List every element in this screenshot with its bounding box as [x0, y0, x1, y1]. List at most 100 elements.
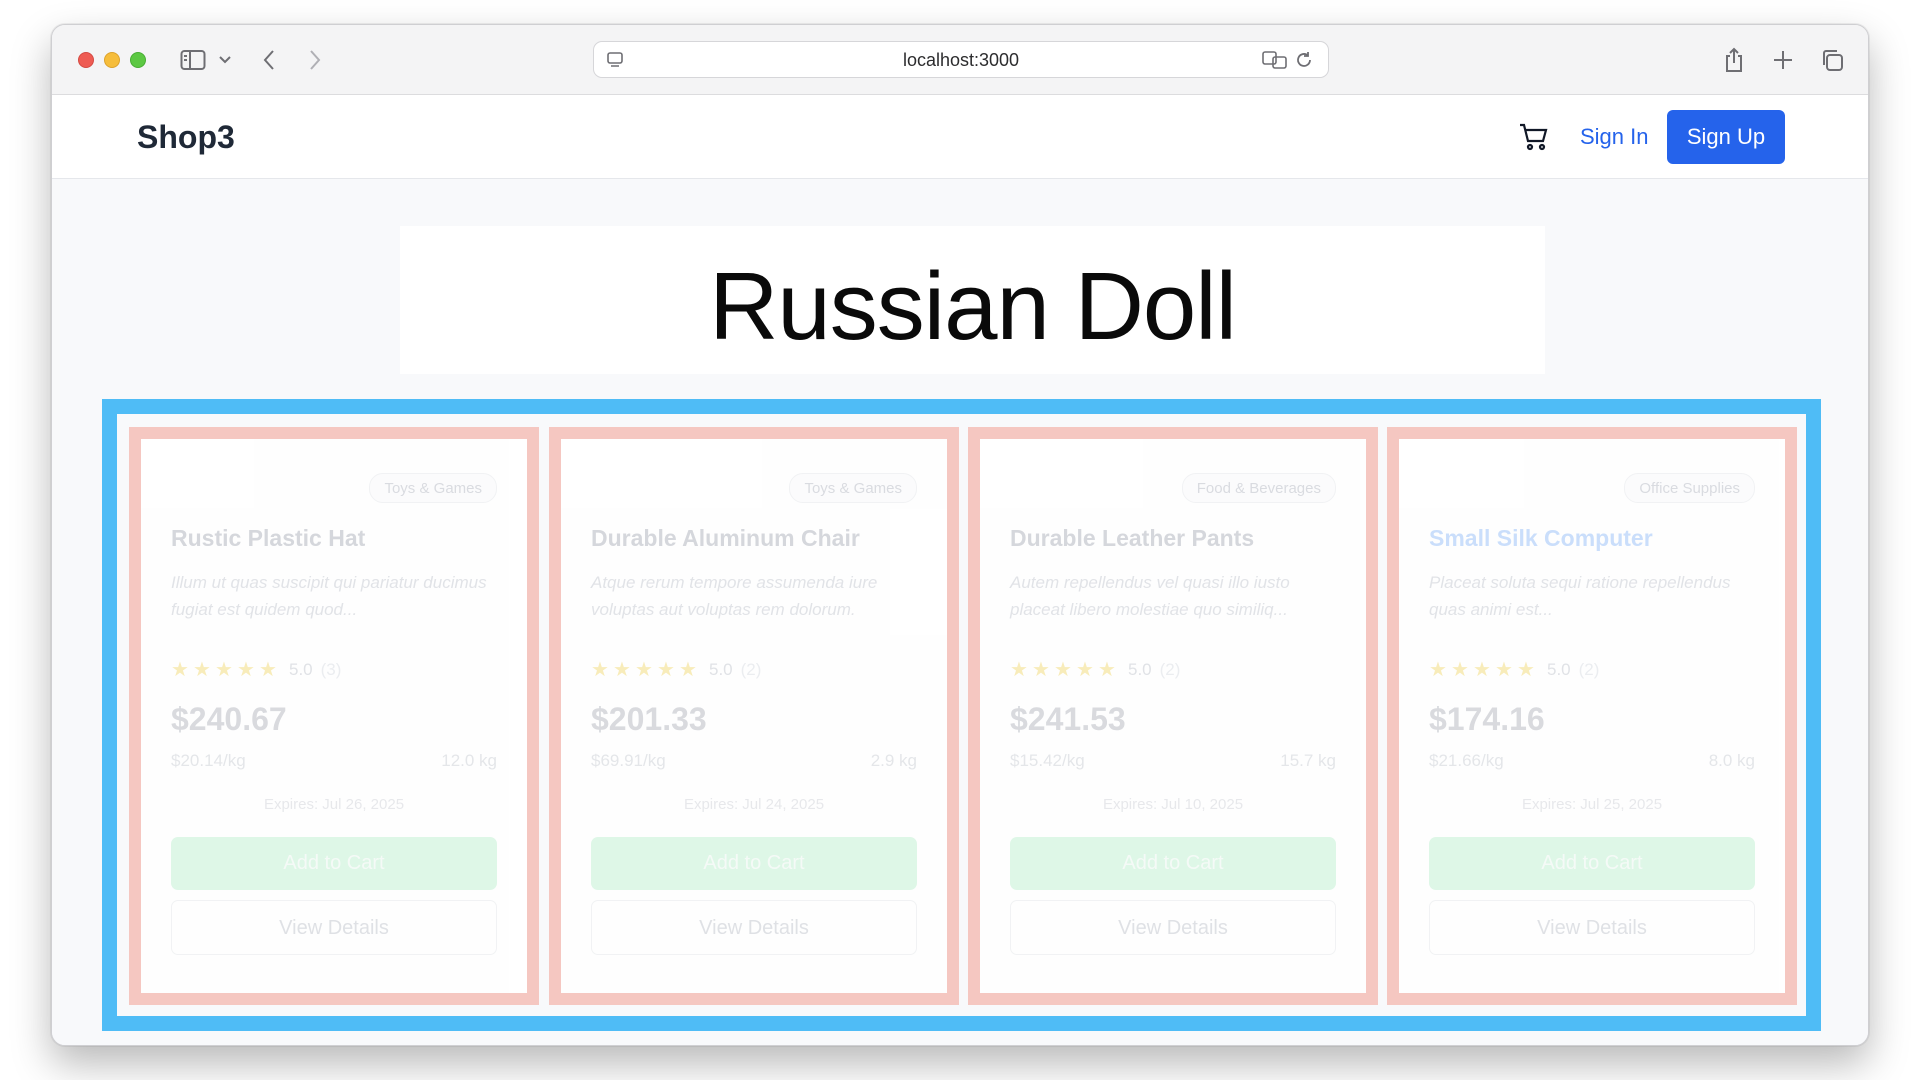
unit-price: $15.42/kg [1010, 751, 1085, 770]
product-card[interactable]: Office Supplies Small Silk Computer Plac… [1399, 439, 1785, 993]
browser-window: localhost:3000 Shop3 Sign In Sign Up Rus… [51, 24, 1869, 1046]
translate-icon[interactable] [1260, 45, 1290, 75]
expiry-date: Expires: Jul 25, 2025 [1521, 796, 1663, 813]
url-text: localhost:3000 [902, 50, 1020, 70]
product-price: $240.67 [171, 701, 287, 737]
star-icon: ★ [591, 659, 609, 681]
star-icon: ★ [1429, 659, 1447, 681]
product-card[interactable]: Toys & Games Rustic Plastic Hat Illum ut… [141, 439, 527, 993]
chevron-down-icon[interactable] [216, 45, 234, 75]
product-name[interactable]: Small Silk Computer [1429, 525, 1653, 552]
zoom-window-button[interactable] [130, 52, 146, 68]
rating-value: 5.0 [709, 660, 733, 679]
product-name[interactable]: Durable Aluminum Chair [591, 525, 860, 552]
product-rating: ★ ★ ★ ★ ★ 5.0 (3) [171, 658, 341, 682]
add-to-cart-button[interactable]: Add to Cart [1010, 837, 1336, 890]
product-card-highlight: Food & Beverages Durable Leather Pants A… [968, 427, 1378, 1005]
tab-overview-icon[interactable] [1817, 45, 1847, 75]
star-icon: ★ [1517, 659, 1535, 681]
sign-up-button[interactable]: Sign Up [1667, 110, 1785, 164]
star-icon: ★ [1054, 659, 1072, 681]
star-icon: ★ [259, 659, 277, 681]
product-weight: 12.0 kg [441, 751, 497, 770]
product-card[interactable]: Food & Beverages Durable Leather Pants A… [980, 439, 1366, 993]
star-icon: ★ [237, 659, 255, 681]
hero-banner: Russian Doll [400, 226, 1545, 374]
star-icon: ★ [1032, 659, 1050, 681]
product-description: Placeat soluta sequi ratione repellendus… [1429, 573, 1731, 619]
add-to-cart-button[interactable]: Add to Cart [1429, 837, 1755, 890]
star-icon: ★ [657, 659, 675, 681]
star-icon: ★ [1076, 659, 1094, 681]
sign-in-link[interactable]: Sign In [1580, 117, 1649, 157]
category-badge: Office Supplies [1624, 473, 1755, 503]
star-icon: ★ [635, 659, 653, 681]
view-details-button[interactable]: View Details [1429, 900, 1755, 955]
rating-value: 5.0 [289, 660, 313, 679]
product-card[interactable]: Toys & Games Durable Aluminum Chair Atqu… [561, 439, 947, 993]
star-icon: ★ [1451, 659, 1469, 681]
review-count: (2) [740, 660, 762, 679]
expiry-date: Expires: Jul 24, 2025 [683, 796, 825, 813]
view-details-button[interactable]: View Details [1010, 900, 1336, 955]
view-details-button[interactable]: View Details [591, 900, 917, 955]
star-icon: ★ [679, 659, 697, 681]
sidebar-icon[interactable] [178, 45, 208, 75]
page-title: Russian Doll [709, 253, 1237, 360]
unit-price: $21.66/kg [1429, 751, 1504, 770]
product-weight: 8.0 kg [1708, 751, 1755, 770]
review-count: (2) [1578, 660, 1600, 679]
add-to-cart-button[interactable]: Add to Cart [591, 837, 917, 890]
category-badge: Toys & Games [789, 473, 917, 503]
share-icon[interactable] [1719, 45, 1749, 75]
view-details-button[interactable]: View Details [171, 900, 497, 955]
rating-value: 5.0 [1128, 660, 1152, 679]
product-description: Atque rerum tempore assumenda iure volup… [591, 573, 878, 619]
product-description: Autem repellendus vel quasi illo iusto p… [1010, 573, 1290, 619]
cart-icon[interactable] [1517, 120, 1551, 154]
product-rating: ★ ★ ★ ★ ★ 5.0 (2) [1010, 658, 1180, 682]
reload-icon[interactable] [1289, 45, 1319, 75]
star-icon: ★ [171, 659, 189, 681]
brand-logo[interactable]: Shop3 [137, 119, 235, 156]
product-card-highlight: Toys & Games Rustic Plastic Hat Illum ut… [129, 427, 539, 1005]
close-window-button[interactable] [78, 52, 94, 68]
product-description: Illum ut quas suscipit qui pariatur duci… [171, 573, 487, 619]
product-name[interactable]: Rustic Plastic Hat [171, 525, 365, 552]
product-name[interactable]: Durable Leather Pants [1010, 525, 1254, 552]
back-icon[interactable] [254, 45, 284, 75]
product-rating: ★ ★ ★ ★ ★ 5.0 (2) [591, 658, 761, 682]
new-tab-icon[interactable] [1768, 45, 1798, 75]
star-icon: ★ [215, 659, 233, 681]
minimize-window-button[interactable] [104, 52, 120, 68]
expiry-date: Expires: Jul 26, 2025 [263, 796, 405, 813]
product-price: $241.53 [1010, 701, 1126, 737]
star-icon: ★ [613, 659, 631, 681]
rating-value: 5.0 [1547, 660, 1571, 679]
category-badge: Food & Beverages [1181, 473, 1336, 503]
product-weight: 15.7 kg [1280, 751, 1336, 770]
star-icon: ★ [1010, 659, 1028, 681]
product-card-highlight: Toys & Games Durable Aluminum Chair Atqu… [549, 427, 959, 1005]
product-price: $201.33 [591, 701, 707, 737]
star-icon: ★ [1473, 659, 1491, 681]
product-price: $174.16 [1429, 701, 1545, 737]
address-bar[interactable]: localhost:3000 [593, 41, 1329, 78]
unit-price: $20.14/kg [171, 751, 246, 770]
site-header: Shop3 Sign In Sign Up [52, 95, 1868, 179]
product-card-highlight: Office Supplies Small Silk Computer Plac… [1387, 427, 1797, 1005]
star-icon: ★ [1495, 659, 1513, 681]
unit-price: $69.91/kg [591, 751, 666, 770]
review-count: (3) [320, 660, 342, 679]
star-icon: ★ [193, 659, 211, 681]
star-icon: ★ [1098, 659, 1116, 681]
main-content: Russian Doll Toys & Games Rustic Plastic… [52, 180, 1868, 1045]
add-to-cart-button[interactable]: Add to Cart [171, 837, 497, 890]
browser-toolbar: localhost:3000 [52, 25, 1868, 95]
product-rating: ★ ★ ★ ★ ★ 5.0 (2) [1429, 658, 1599, 682]
forward-icon[interactable] [300, 45, 330, 75]
review-count: (2) [1159, 660, 1181, 679]
product-weight: 2.9 kg [870, 751, 917, 770]
expiry-date: Expires: Jul 10, 2025 [1102, 796, 1244, 813]
category-badge: Toys & Games [369, 473, 497, 503]
